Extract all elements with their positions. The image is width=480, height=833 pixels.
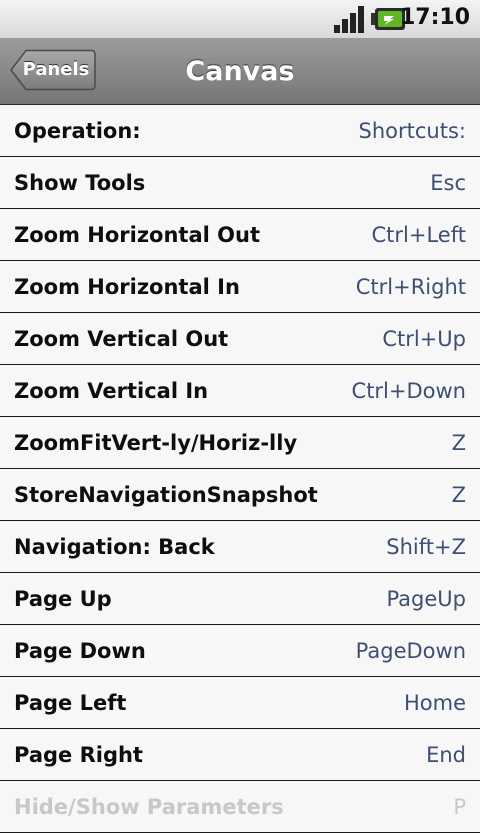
shortcut-value: Z bbox=[451, 482, 466, 507]
operation-label: Page Down bbox=[14, 638, 146, 663]
shortcut-value: Ctrl+Left bbox=[371, 222, 466, 247]
operation-label: Page Left bbox=[14, 690, 127, 715]
shortcut-list: Operation: Shortcuts: Show Tools Esc Zoo… bbox=[0, 105, 480, 833]
operation-label: StoreNavigationSnapshot bbox=[14, 482, 318, 507]
shortcut-value: Shift+Z bbox=[386, 534, 466, 559]
list-item[interactable]: Page Left Home bbox=[0, 677, 480, 729]
list-item[interactable]: Zoom Vertical In Ctrl+Down bbox=[0, 365, 480, 417]
operation-label: Show Tools bbox=[14, 170, 146, 195]
shortcut-value: Home bbox=[403, 690, 466, 715]
list-item[interactable]: StoreNavigationSnapshot Z bbox=[0, 469, 480, 521]
status-bar: 17:10 bbox=[0, 0, 480, 39]
operation-label: Hide/Show Parameters bbox=[14, 794, 284, 819]
signal-icon bbox=[334, 6, 364, 33]
list-item[interactable]: Show Tools Esc bbox=[0, 157, 480, 209]
operation-label: Zoom Vertical In bbox=[14, 378, 209, 403]
shortcut-value: Ctrl+Right bbox=[355, 274, 466, 299]
shortcut-value: P bbox=[453, 794, 466, 819]
list-item[interactable]: Zoom Horizontal Out Ctrl+Left bbox=[0, 209, 480, 261]
operation-label: Page Up bbox=[14, 586, 112, 611]
operation-label: Navigation: Back bbox=[14, 534, 215, 559]
list-item[interactable]: Page Up PageUp bbox=[0, 573, 480, 625]
shortcut-value: End bbox=[426, 742, 466, 767]
column-header-operation: Operation: bbox=[14, 118, 141, 143]
list-item[interactable]: ZoomFitVert-ly/Horiz-lly Z bbox=[0, 417, 480, 469]
column-header-shortcuts: Shortcuts: bbox=[358, 118, 466, 143]
list-item[interactable]: Page Down PageDown bbox=[0, 625, 480, 677]
operation-label: Page Right bbox=[14, 742, 143, 767]
shortcut-value: Esc bbox=[430, 170, 466, 195]
operation-label: Zoom Horizontal In bbox=[14, 274, 240, 299]
operation-label: Zoom Horizontal Out bbox=[14, 222, 260, 247]
shortcut-value: Ctrl+Up bbox=[382, 326, 466, 351]
operation-label: ZoomFitVert-ly/Horiz-lly bbox=[14, 430, 298, 455]
list-item[interactable]: Hide/Show Parameters P bbox=[0, 781, 480, 833]
list-item[interactable]: Zoom Horizontal In Ctrl+Right bbox=[0, 261, 480, 313]
list-item[interactable]: Navigation: Back Shift+Z bbox=[0, 521, 480, 573]
shortcut-value: Z bbox=[451, 430, 466, 455]
operation-label: Zoom Vertical Out bbox=[14, 326, 229, 351]
back-button-label: Panels bbox=[22, 59, 90, 80]
shortcut-value: PageUp bbox=[386, 586, 466, 611]
list-item[interactable]: Page Right End bbox=[0, 729, 480, 781]
status-time: 17:10 bbox=[399, 5, 470, 30]
shortcut-value: PageDown bbox=[355, 638, 466, 663]
title-bar: Panels Canvas bbox=[0, 39, 480, 106]
panels-back-button[interactable]: Panels bbox=[10, 49, 96, 91]
list-header-row: Operation: Shortcuts: bbox=[0, 105, 480, 157]
shortcut-value: Ctrl+Down bbox=[351, 378, 466, 403]
list-item[interactable]: Zoom Vertical Out Ctrl+Up bbox=[0, 313, 480, 365]
